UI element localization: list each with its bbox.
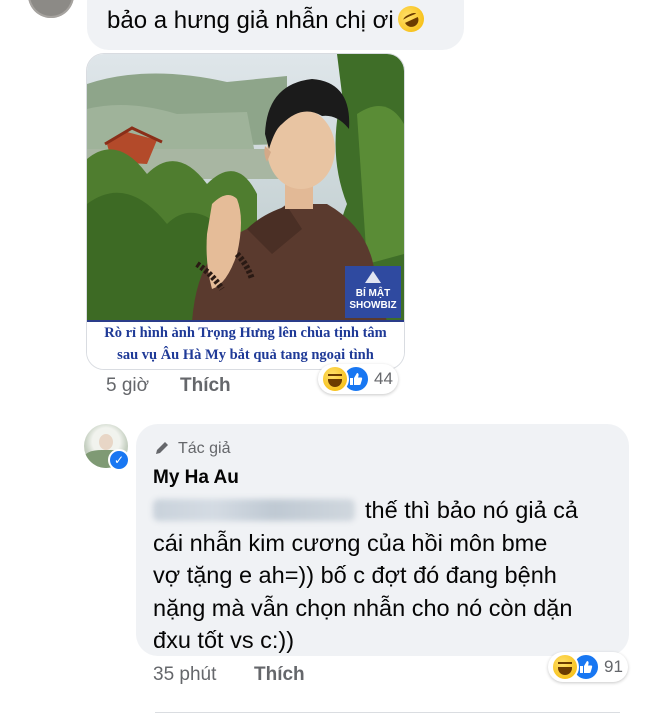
reaction-count-photo: 44: [374, 369, 393, 388]
reactions-summary-photo[interactable]: 44: [318, 364, 398, 394]
comment-text-top: bảo a hưng giả nhẫn chị ơi: [107, 1, 428, 37]
reply-time[interactable]: 35 phút: [153, 664, 216, 686]
author-name-link[interactable]: My Ha Au: [153, 467, 239, 489]
like-link-photo[interactable]: Thích: [180, 375, 231, 397]
showbiz-watermark: BÍ MẬT SHOWBIZ: [345, 266, 401, 318]
watermark-logo-icon: [365, 271, 381, 283]
divider: [155, 712, 620, 713]
haha-reaction-icon: [321, 365, 349, 393]
watermark-line1: BÍ MẬT: [355, 288, 391, 299]
photo-comment-time[interactable]: 5 giờ: [106, 375, 149, 397]
reactions-summary-reply[interactable]: 91: [548, 652, 628, 682]
watermark-line2: SHOWBIZ: [349, 300, 397, 311]
author-badge: Tác giả: [154, 440, 230, 458]
commenter-avatar-top[interactable]: [28, 0, 74, 18]
caption-line2: sau vụ Âu Hà My bắt quả tang ngoại tình: [117, 347, 374, 363]
photo-caption: Rò rỉ hình ảnh Trọng Hưng lên chùa tịnh …: [87, 320, 404, 369]
pencil-icon: [156, 442, 168, 454]
comment-bubble-top: bảo a hưng giả nhẫn chị ơi: [87, 0, 464, 50]
caption-line1: Rò rỉ hình ảnh Trọng Hưng lên chùa tịnh …: [104, 325, 387, 341]
reaction-count-reply: 91: [604, 657, 623, 676]
haha-reaction-icon: [551, 653, 579, 681]
verified-badge-icon: ✓: [108, 449, 130, 471]
author-reply-bubble: Tác giả My Ha Au thế thì bảo nó giả cả c…: [136, 424, 629, 656]
redacted-text-blur: [153, 499, 355, 521]
reply-text: thế thì bảo nó giả cả cái nhẫn kim cương…: [153, 497, 578, 653]
like-link-reply[interactable]: Thích: [254, 664, 305, 686]
comment-photo-attachment[interactable]: BÍ MẬT SHOWBIZ Rò rỉ hình ảnh Trọng Hưng…: [86, 53, 405, 370]
rofl-emoji-icon: [393, 1, 428, 37]
